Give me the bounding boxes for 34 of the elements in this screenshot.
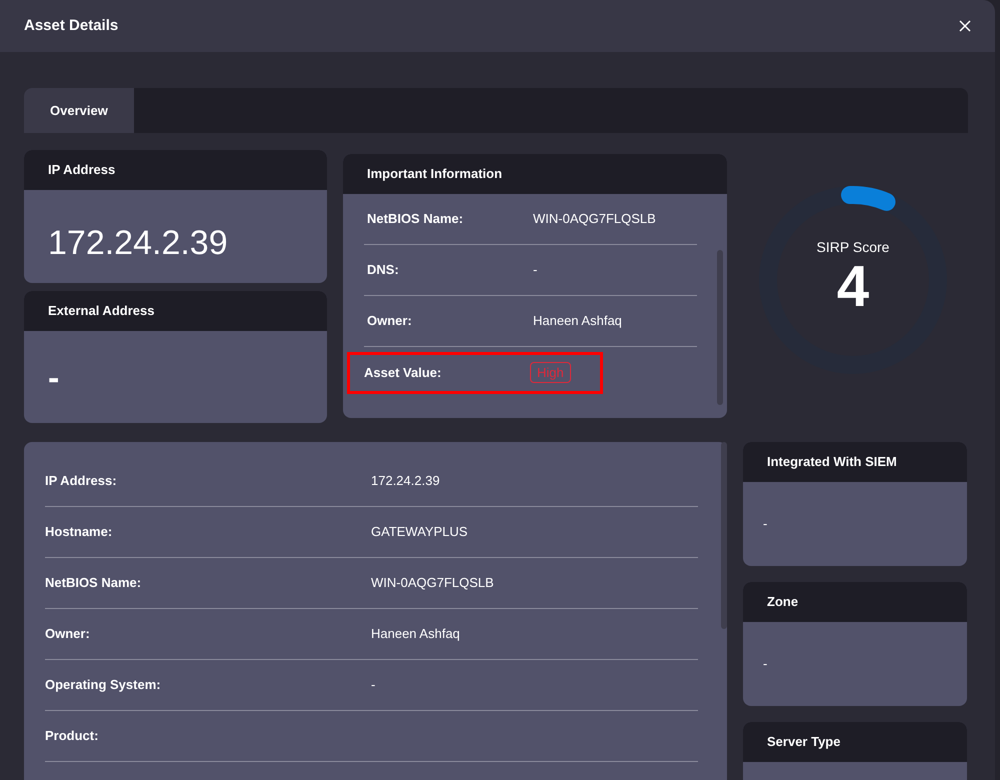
info-value: WIN-0AQG7FLQSLB (533, 210, 656, 228)
info-value: - (533, 261, 538, 280)
card-header: Zone (743, 582, 967, 622)
card-header: Server Type (743, 722, 967, 762)
detail-label: Operating System: (45, 676, 162, 694)
dialog-title: Asset Details (24, 16, 118, 36)
card-header: Integrated With SIEM (743, 442, 967, 482)
external-value: - (47, 358, 60, 399)
card-header: Important Information (343, 154, 727, 194)
info-label: DNS: (367, 261, 400, 280)
asset-value-badge: High (530, 362, 571, 383)
card-value: - (762, 655, 768, 673)
card-header: IP Address (24, 150, 327, 190)
card-value: - (762, 515, 768, 533)
detail-value: 172.24.2.39 (371, 472, 440, 490)
detail-value: WIN-0AQG7FLQSLB (371, 574, 494, 592)
detail-label: NetBIOS Name: (45, 574, 142, 592)
info-label: Asset Value: (364, 364, 442, 382)
info-label: NetBIOS Name: (367, 210, 464, 228)
ip-value: 172.24.2.39 (47, 223, 229, 264)
tab[interactable]: Overview (24, 88, 134, 133)
info-value: Haneen Ashfaq (533, 312, 622, 330)
detail-value: - (371, 676, 376, 694)
detail-value: Haneen Ashfaq (371, 625, 460, 644)
detail-label: Hostname: (45, 523, 114, 542)
detail-label: Product: (45, 727, 100, 746)
detail-label: IP Address: (45, 472, 118, 490)
info-label: Owner: (367, 312, 413, 330)
score-value: 4 (836, 258, 870, 316)
detail-label: Owner: (45, 625, 91, 644)
detail-value: GATEWAYPLUS (371, 523, 468, 542)
score-label: SIRP Score (816, 238, 890, 256)
card-header: External Address (24, 291, 327, 331)
close-icon[interactable] (959, 20, 971, 32)
